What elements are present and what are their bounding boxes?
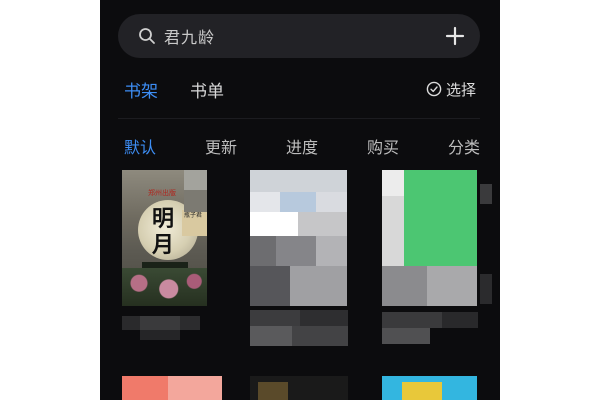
book-cover [250, 170, 347, 306]
mosaic-block [292, 326, 348, 346]
book-cover [382, 170, 477, 306]
mosaic-block [184, 170, 207, 190]
mosaic-block [382, 170, 404, 196]
mosaic-block [122, 376, 168, 400]
mosaic-block [480, 184, 492, 204]
sort-tab-default[interactable]: 默认 [124, 134, 156, 158]
mosaic-block [316, 236, 347, 266]
mosaic-block [276, 236, 316, 266]
book-item[interactable] [250, 372, 348, 400]
mosaic-block [122, 316, 140, 330]
book-item[interactable] [382, 372, 477, 400]
mosaic-block [300, 310, 348, 326]
mosaic-block [250, 170, 347, 192]
tab-booklist[interactable]: 书单 [190, 77, 224, 102]
mosaic-block [382, 266, 427, 306]
search-bar[interactable]: 君九龄 [118, 14, 480, 58]
mosaic-block [442, 312, 478, 328]
book-item[interactable] [382, 170, 492, 350]
mosaic-block [140, 316, 180, 330]
cover-title: 明月 [152, 206, 175, 258]
mosaic-block [427, 266, 477, 306]
sort-tabs: 默认 更新 进度 购买 分类 [124, 134, 480, 158]
mosaic-block [280, 192, 316, 212]
mosaic-block [404, 170, 477, 266]
mosaic-block [382, 196, 404, 266]
mosaic-block [316, 192, 347, 212]
mosaic-block [250, 212, 298, 236]
mosaic-block [480, 274, 492, 304]
mosaic-block [140, 330, 180, 340]
sort-tab-progress[interactable]: 进度 [286, 134, 318, 158]
sort-tab-category[interactable]: 分类 [448, 134, 480, 158]
mosaic-block [250, 236, 276, 266]
mosaic-block [382, 328, 430, 344]
mosaic-block [298, 212, 347, 236]
sort-tab-purchased[interactable]: 购买 [367, 134, 399, 158]
mosaic-block [250, 192, 280, 212]
mosaic-block [250, 266, 290, 306]
tab-bookshelf[interactable]: 书架 [124, 77, 158, 102]
mosaic-block [168, 376, 222, 400]
book-item[interactable] [250, 170, 350, 350]
flowers-illustration [122, 268, 207, 306]
divider [118, 118, 480, 119]
cover-author: 瓶子君 [182, 210, 207, 236]
mosaic-block [250, 326, 292, 346]
mosaic-block [250, 310, 300, 326]
sort-tab-updated[interactable]: 更新 [205, 134, 237, 158]
book-item[interactable] [122, 372, 222, 400]
add-icon[interactable] [444, 25, 466, 47]
select-label: 选择 [445, 80, 476, 99]
book-cover: 郑州出版 明月 瓶子君 [122, 170, 207, 306]
book-item[interactable]: 郑州出版 明月 瓶子君 [122, 170, 222, 350]
cover-publisher: 郑州出版 [148, 189, 176, 197]
search-icon [139, 28, 155, 44]
bookshelf-screen: 君九龄 书架 书单 选择 默认 更新 进度 购买 分类 郑州出版 明月 瓶子君 [100, 0, 500, 400]
search-query[interactable]: 君九龄 [164, 24, 444, 48]
mosaic-block [382, 312, 442, 328]
mosaic-block [290, 266, 347, 306]
mosaic-block [180, 316, 200, 330]
check-circle-icon [426, 81, 442, 97]
mosaic-block [258, 382, 288, 400]
select-button[interactable]: 选择 [426, 79, 476, 100]
mosaic-block [184, 190, 207, 212]
top-tabs: 书架 书单 选择 [124, 76, 476, 102]
mosaic-block [402, 382, 442, 400]
